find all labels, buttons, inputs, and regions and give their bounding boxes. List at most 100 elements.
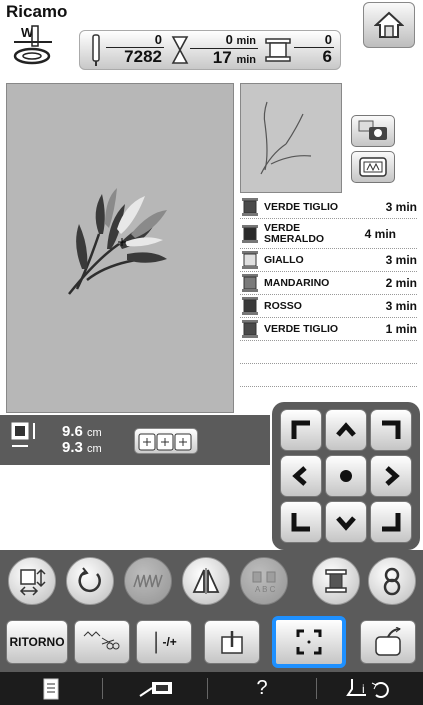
- thread-spool-icon: [265, 38, 291, 62]
- design-height: 9.3 cm: [62, 439, 102, 456]
- thread-color-button[interactable]: [312, 557, 360, 605]
- camera-icon: [358, 120, 387, 140]
- embroidery-status-panel: 0 7282 0 min 17 min 0 6: [79, 30, 341, 70]
- move-left-button[interactable]: [280, 455, 322, 497]
- figure-eight-icon: [383, 567, 401, 596]
- color-change-current: 0: [294, 33, 334, 48]
- design-thumbnail: [240, 83, 342, 193]
- move-down-button[interactable]: [325, 501, 367, 543]
- bottom-status-bar: ? i: [0, 672, 423, 705]
- background-photo-button[interactable]: [351, 115, 395, 147]
- svg-text:A B C: A B C: [255, 585, 276, 594]
- stitch-preview-button[interactable]: [351, 151, 395, 183]
- thread-color-time: 4 min: [364, 226, 396, 241]
- thread-spool-icon: [242, 224, 258, 243]
- return-button[interactable]: RITORNO: [6, 620, 68, 664]
- sewing-time: 0 min 17 min: [190, 33, 258, 69]
- move-up-button[interactable]: [325, 409, 367, 451]
- thread-color-name: VERDE SMERALDO: [264, 221, 325, 245]
- color-changes: 0 6: [294, 33, 334, 66]
- thread-color-time: 2 min: [385, 276, 417, 290]
- corner-up-left-icon: [291, 420, 310, 439]
- manual-button[interactable]: [0, 672, 102, 705]
- basting-button[interactable]: [204, 620, 260, 664]
- hoop-size-button[interactable]: [134, 428, 198, 454]
- character-spacing-button[interactable]: A B C: [240, 557, 288, 605]
- center-position-button[interactable]: [325, 455, 367, 497]
- thread-color-list[interactable]: VERDE TIGLIO 3 min VERDE SMERALDO 4 min …: [240, 196, 417, 410]
- hoop-return-icon: [375, 627, 401, 656]
- corner-down-left-icon: [291, 513, 310, 532]
- document-icon: [43, 678, 59, 699]
- move-down-left-button[interactable]: [280, 501, 322, 543]
- edit-tools-row: A B C: [0, 550, 423, 612]
- list-item[interactable]: ROSSO 3 min: [240, 295, 417, 318]
- design-width: 9.6 cm: [62, 423, 102, 440]
- embroidery-frame-icon: [138, 433, 192, 451]
- horizontal-position: ↔ + 0.00 cm: [148, 472, 229, 489]
- chevron-left-icon: [292, 466, 307, 486]
- jump-stitch-trim-button[interactable]: [74, 620, 130, 664]
- design-outline-image: [260, 101, 312, 175]
- sewing-time-elapsed: 0: [225, 32, 233, 47]
- design-size-icon: [11, 422, 35, 447]
- list-item[interactable]: VERDE TIGLIO 3 min: [240, 196, 417, 219]
- mirror-button[interactable]: [182, 557, 230, 605]
- repeat-button[interactable]: [368, 557, 416, 605]
- chevron-down-icon: [336, 516, 356, 531]
- forward-back-stitch-button[interactable]: │ -/+: [136, 620, 192, 664]
- rotate-button[interactable]: [66, 557, 114, 605]
- camera-view-button[interactable]: [103, 672, 207, 705]
- thread-color-name: ROSSO: [264, 299, 302, 312]
- stitch-count-total: 7282: [124, 47, 162, 66]
- edit-end-button[interactable]: [360, 620, 416, 664]
- rotate-icon: [78, 567, 101, 593]
- list-item-empty: [240, 341, 417, 364]
- settings-button[interactable]: i: [317, 672, 423, 705]
- presser-foot-settings-icon: i: [346, 678, 389, 698]
- resize-icon: [19, 568, 46, 596]
- move-down-right-button[interactable]: [370, 501, 412, 543]
- home-button[interactable]: [363, 2, 415, 48]
- center-dot-icon: [340, 470, 352, 482]
- abc-spacing-icon: A B C: [252, 571, 276, 594]
- color-change-total: 6: [322, 47, 332, 66]
- list-item[interactable]: MANDARINO 2 min: [240, 272, 417, 295]
- size-position-panel: 9.6 cm 9.3 cm ↕ + 0.00 cm ↔ + 0.00 cm ↻ …: [0, 415, 270, 515]
- move-up-right-button[interactable]: [370, 409, 412, 451]
- rotation-angle: ↻ 0°: [172, 492, 218, 509]
- sewing-time-total: 17: [212, 48, 232, 67]
- size-button[interactable]: [8, 557, 56, 605]
- thread-color-time: 1 min: [385, 322, 417, 336]
- screen-title: Ricamo: [6, 2, 68, 21]
- thread-spool-icon: [242, 198, 258, 216]
- needle-icon: │: [151, 631, 163, 652]
- position-arrow-pad: [272, 402, 420, 550]
- stitch-view-icon: [359, 157, 387, 177]
- scissors-trim-icon: [83, 631, 120, 650]
- thread-color-name: VERDE TIGLIO: [264, 200, 339, 213]
- needle-icon: [92, 34, 100, 66]
- density-button[interactable]: [124, 557, 172, 605]
- embroidery-preview-area[interactable]: [6, 83, 234, 413]
- list-item[interactable]: VERDE TIGLIO 1 min: [240, 318, 417, 341]
- thread-color-time: 3 min: [385, 299, 417, 313]
- thread-color-time: 3 min: [385, 253, 417, 267]
- move-right-button[interactable]: [370, 455, 412, 497]
- home-icon: [374, 11, 404, 38]
- help-button[interactable]: ?: [208, 672, 316, 705]
- chevron-up-icon: [336, 422, 356, 437]
- camera-projector-icon: [139, 681, 172, 697]
- presser-foot-w-icon: W: [8, 24, 56, 68]
- trial-button[interactable]: [272, 616, 346, 668]
- frame-corners-icon: [296, 629, 322, 655]
- embroidery-design-image: [68, 188, 167, 295]
- list-item[interactable]: GIALLO 3 min: [240, 249, 417, 272]
- list-item[interactable]: VERDE SMERALDO 4 min: [240, 219, 417, 249]
- hourglass-icon: [171, 36, 189, 64]
- move-up-left-button[interactable]: [280, 409, 322, 451]
- mirror-icon: [192, 568, 220, 594]
- stitch-count-current: 0: [106, 33, 164, 48]
- stitch-density-icon: [133, 574, 163, 588]
- chevron-right-icon: [385, 466, 400, 486]
